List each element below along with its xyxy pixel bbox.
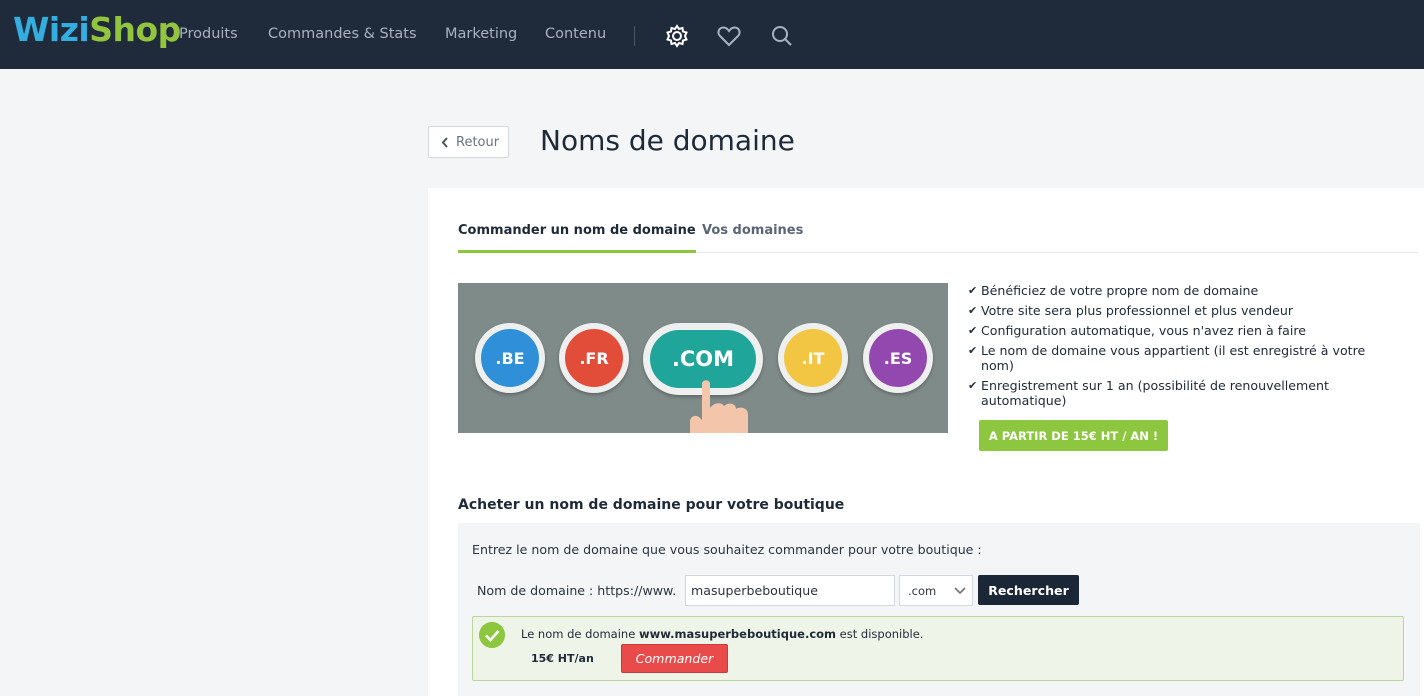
domain-search-form: Entrez le nom de domaine que vous souhai… bbox=[458, 523, 1420, 696]
tab-vos-domaines[interactable]: Vos domaines bbox=[702, 223, 803, 250]
main-card: Commander un nom de domaine Vos domaines… bbox=[428, 188, 1424, 696]
feature-item: ✔ Configuration automatique, vous n'avez … bbox=[968, 323, 1368, 338]
nav-produits[interactable]: Produits bbox=[179, 26, 238, 42]
check-icon: ✔ bbox=[968, 379, 978, 392]
chevron-down-icon bbox=[954, 587, 966, 595]
feature-text: Bénéficiez de votre propre nom de domain… bbox=[981, 283, 1259, 298]
check-icon: ✔ bbox=[968, 324, 978, 337]
availability-message: Le nom de domaine www.masuperbeboutique.… bbox=[521, 627, 923, 641]
pricing-cta-button[interactable]: A PARTIR DE 15€ HT / AN ! bbox=[979, 420, 1168, 451]
extension-it-badge: .IT bbox=[778, 323, 848, 393]
search-icon[interactable] bbox=[769, 23, 795, 49]
logo-part-1: Wizi bbox=[13, 10, 90, 49]
extension-be-badge: .BE bbox=[475, 323, 545, 393]
extension-be-label: .BE bbox=[481, 329, 539, 387]
feature-item: ✔ Votre site sera plus professionnel et p… bbox=[968, 303, 1368, 318]
extension-es-badge: .ES bbox=[863, 323, 933, 393]
logo-part-2: Shop bbox=[89, 10, 181, 49]
pointing-hand-icon bbox=[690, 380, 748, 433]
domain-name-input[interactable] bbox=[685, 575, 895, 606]
check-icon: ✔ bbox=[968, 304, 978, 317]
search-button[interactable]: Rechercher bbox=[978, 575, 1079, 605]
domain-price: 15€ HT/an bbox=[531, 652, 594, 665]
extension-it-label: .IT bbox=[784, 329, 842, 387]
feature-text: Enregistrement sur 1 an (possibilité de … bbox=[981, 378, 1329, 408]
page-title: Noms de domaine bbox=[540, 124, 795, 157]
buy-section-title: Acheter un nom de domaine pour votre bou… bbox=[458, 497, 845, 513]
check-icon: ✔ bbox=[968, 284, 978, 297]
check-circle-icon bbox=[479, 622, 505, 648]
top-navbar: WiziShop Produits Commandes & Stats Mark… bbox=[0, 0, 1424, 69]
extension-fr-label: .FR bbox=[565, 329, 623, 387]
check-icon: ✔ bbox=[968, 344, 978, 357]
feature-text: Configuration automatique, vous n'avez r… bbox=[981, 323, 1307, 338]
tab-bar: Commander un nom de domaine Vos domaines bbox=[458, 208, 1418, 253]
nav-divider bbox=[634, 26, 635, 46]
back-button[interactable]: Retour bbox=[428, 126, 509, 158]
order-button[interactable]: Commander bbox=[621, 644, 728, 673]
nav-marketing[interactable]: Marketing bbox=[445, 26, 517, 42]
available-domain: www.masuperbeboutique.com bbox=[638, 627, 837, 641]
extension-fr-badge: .FR bbox=[559, 323, 629, 393]
nav-contenu[interactable]: Contenu bbox=[545, 26, 606, 42]
heart-icon[interactable] bbox=[716, 23, 742, 49]
feature-text: Le nom de domaine vous appartient (il es… bbox=[981, 343, 1366, 373]
feature-item: ✔ Le nom de domaine vous appartient (il e… bbox=[968, 343, 1368, 373]
feature-item: ✔ Bénéficiez de votre propre nom de domai… bbox=[968, 283, 1368, 298]
availability-result: Le nom de domaine www.masuperbeboutique.… bbox=[472, 616, 1404, 681]
availability-prefix: Le nom de domaine bbox=[521, 627, 639, 641]
back-button-label: Retour bbox=[456, 134, 500, 150]
feature-item: ✔ Enregistrement sur 1 an (possibilité de… bbox=[968, 378, 1368, 408]
chevron-left-icon bbox=[441, 136, 448, 148]
extension-es-label: .ES bbox=[869, 329, 927, 387]
nav-commandes-stats[interactable]: Commandes & Stats bbox=[268, 26, 417, 42]
domain-extensions-banner: .BE .FR .COM .IT .ES bbox=[458, 283, 948, 433]
feature-list: ✔ Bénéficiez de votre propre nom de domai… bbox=[968, 283, 1368, 413]
domain-field-label: Nom de domaine : https://www. bbox=[477, 583, 677, 598]
form-intro-text: Entrez le nom de domaine que vous souhai… bbox=[472, 542, 982, 557]
feature-text: Votre site sera plus professionnel et pl… bbox=[981, 303, 1294, 318]
availability-suffix: est disponible. bbox=[836, 627, 924, 641]
gear-icon[interactable] bbox=[664, 23, 690, 49]
extension-select-value: .com bbox=[908, 583, 937, 598]
wizishop-logo[interactable]: WiziShop bbox=[13, 10, 181, 49]
extension-select[interactable]: .com bbox=[899, 575, 973, 606]
tab-commander[interactable]: Commander un nom de domaine bbox=[458, 223, 696, 253]
